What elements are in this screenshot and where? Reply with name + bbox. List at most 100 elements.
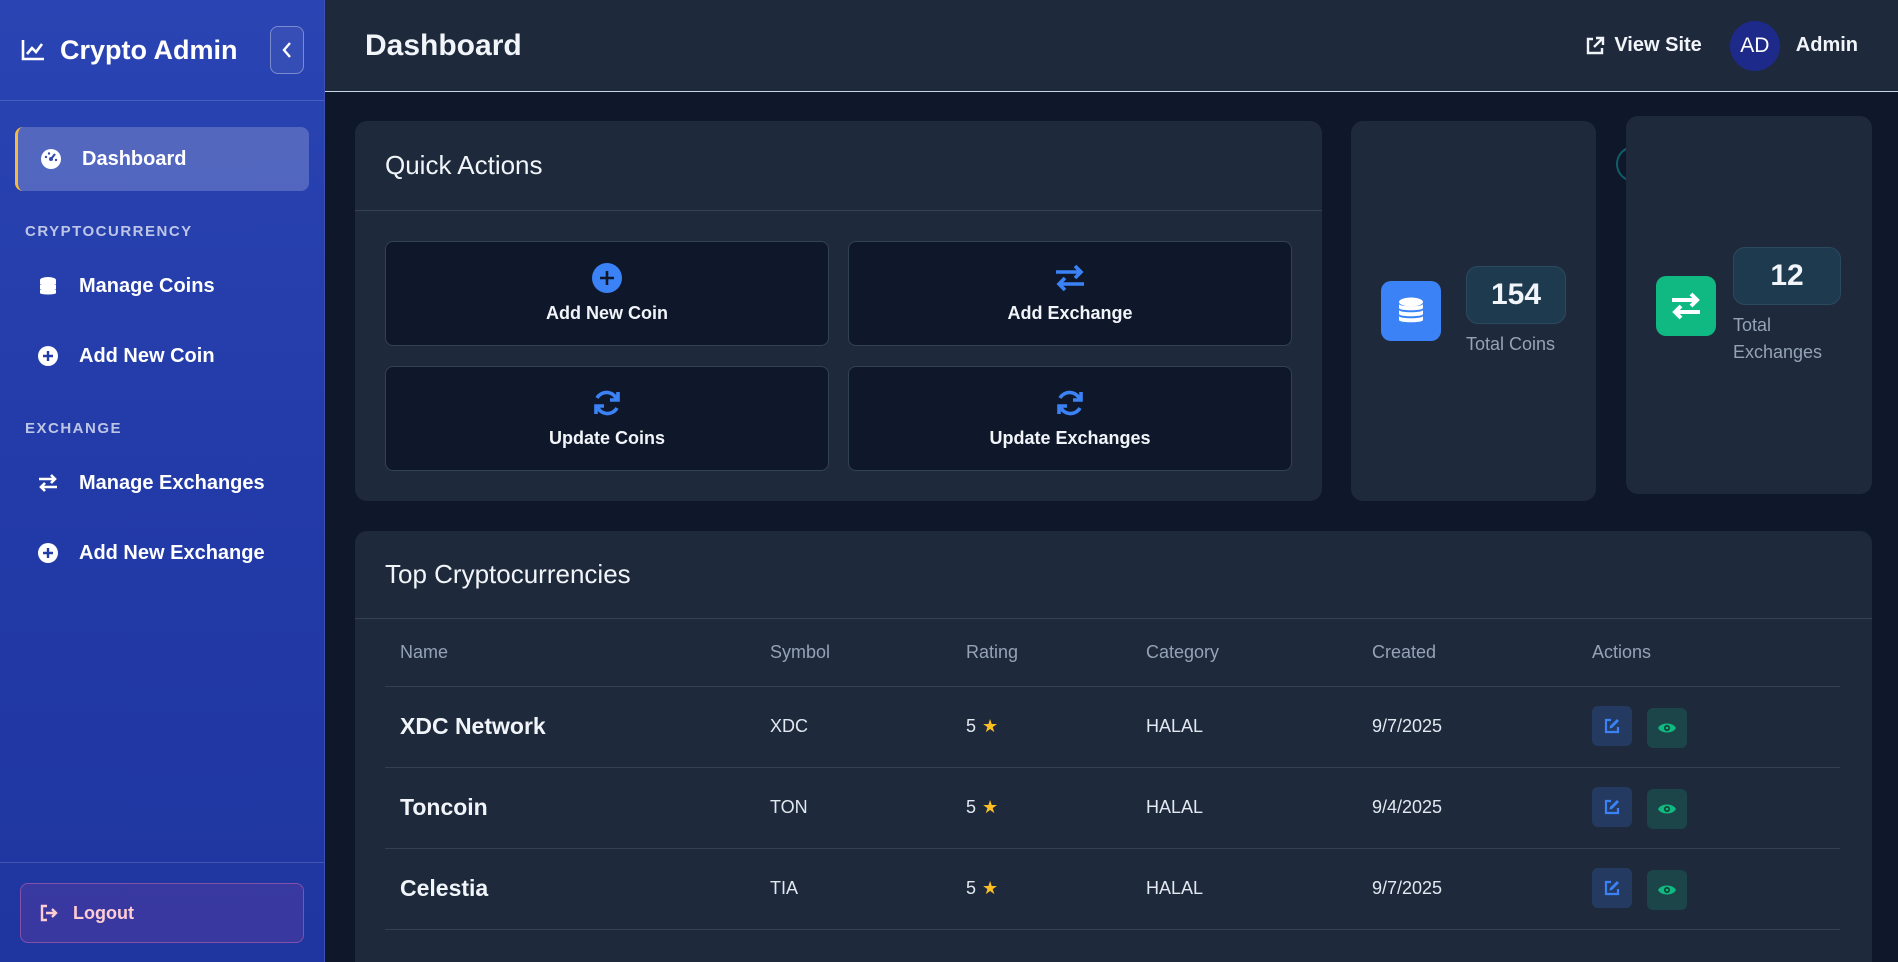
edit-icon <box>1604 718 1620 733</box>
plus-circle-icon <box>37 345 59 367</box>
sidebar: Crypto Admin Dashboard CRYPTOCURRENCY Ma… <box>0 0 325 962</box>
edit-button[interactable] <box>1592 705 1632 746</box>
edit-button[interactable] <box>1592 786 1632 827</box>
coin-rating: 5 ★ <box>951 848 1131 930</box>
avatar[interactable]: AD <box>1729 20 1780 71</box>
add-coin-label: Add New Coin <box>546 303 668 323</box>
star-icon: ★ <box>982 716 999 736</box>
chevron-left-icon <box>282 42 291 58</box>
row-actions <box>1577 686 1840 768</box>
topbar: Dashboard View Site AD Admin <box>325 0 1898 92</box>
table-header-row: Name Symbol Rating Category Created Acti… <box>385 619 1840 687</box>
column-header-category: Category <box>1131 619 1357 687</box>
sidebar-item-dashboard[interactable]: Dashboard <box>15 127 309 191</box>
table-row: Celestia TIA 5 ★ HALAL 9/7/2025 <box>385 848 1840 930</box>
quick-actions-panel: Quick Actions Add New Coin Add Exchange … <box>355 121 1322 501</box>
eye-icon <box>1658 804 1677 813</box>
view-site-link[interactable]: View Site <box>1584 34 1702 57</box>
update-exchanges-label: Update Exchanges <box>989 428 1151 448</box>
plus-circle-icon <box>592 263 622 293</box>
sidebar-item-manage-coins[interactable]: Manage Coins <box>15 254 309 318</box>
coins-icon <box>1381 281 1441 341</box>
total-exchanges-label: Total Exchanges <box>1733 312 1822 366</box>
sidebar-item-label: Manage Coins <box>79 274 215 297</box>
refresh-icon <box>594 390 620 416</box>
view-button[interactable] <box>1647 869 1688 910</box>
top-crypto-table: Name Symbol Rating Category Created Acti… <box>385 619 1840 930</box>
coin-name: Toncoin <box>385 767 755 849</box>
table-row: XDC Network XDC 5 ★ HALAL 9/7/2025 <box>385 686 1840 768</box>
eye-icon <box>1658 885 1677 894</box>
column-header-created: Created <box>1357 619 1577 687</box>
sidebar-item-add-coin[interactable]: Add New Coin <box>15 324 309 388</box>
update-exchanges-button[interactable]: Update Exchanges <box>848 366 1292 471</box>
row-actions <box>1577 848 1840 930</box>
page-title: Dashboard <box>365 28 522 62</box>
sidebar-item-label: Add New Exchange <box>79 541 265 564</box>
sidebar-item-add-exchange[interactable]: Add New Exchange <box>15 521 309 585</box>
star-icon: ★ <box>982 797 999 817</box>
coin-symbol: TON <box>755 767 951 849</box>
table-row: Toncoin TON 5 ★ HALAL 9/4/2025 <box>385 767 1840 849</box>
view-site-label: View Site <box>1614 34 1702 56</box>
dashboard-gauge-icon <box>40 148 62 170</box>
view-button[interactable] <box>1647 707 1688 748</box>
coin-created: 9/7/2025 <box>1357 686 1577 768</box>
coin-category: HALAL <box>1131 767 1357 849</box>
view-button[interactable] <box>1647 788 1688 829</box>
user-name[interactable]: Admin <box>1796 34 1858 57</box>
refresh-icon <box>1057 390 1083 416</box>
exchange-arrows-icon <box>1656 276 1716 336</box>
top-crypto-title: Top Cryptocurrencies <box>385 559 631 589</box>
column-header-symbol: Symbol <box>755 619 951 687</box>
quick-actions-header: Quick Actions <box>355 121 1322 211</box>
coin-created: 9/4/2025 <box>1357 767 1577 849</box>
logout-button[interactable]: Logout <box>20 883 304 943</box>
sidebar-item-label: Add New Coin <box>79 344 215 367</box>
total-coins-label: Total Coins <box>1466 334 1556 354</box>
add-exchange-label: Add Exchange <box>1007 303 1133 323</box>
add-exchange-button[interactable]: Add Exchange <box>848 241 1292 346</box>
sidebar-item-manage-exchanges[interactable]: Manage Exchanges <box>15 451 309 515</box>
update-coins-button[interactable]: Update Coins <box>385 366 829 471</box>
sidebar-item-label: Manage Exchanges <box>79 471 265 494</box>
row-actions <box>1577 767 1840 849</box>
column-header-actions: Actions <box>1577 619 1840 687</box>
nav-section-exchange: EXCHANGE <box>25 420 123 437</box>
quick-actions-title: Quick Actions <box>385 150 543 180</box>
sidebar-footer: Logout <box>0 862 324 962</box>
coins-icon <box>37 275 59 297</box>
top-crypto-header: Top Cryptocurrencies <box>355 531 1872 619</box>
coin-name: XDC Network <box>385 686 755 768</box>
coin-category: HALAL <box>1131 848 1357 930</box>
nav-section-crypto: CRYPTOCURRENCY <box>25 223 193 240</box>
chart-line-icon <box>21 40 44 61</box>
star-icon: ★ <box>982 878 999 898</box>
coin-rating: 5 ★ <box>951 686 1131 768</box>
logout-label: Logout <box>73 902 134 923</box>
exchange-arrows-icon <box>1056 264 1084 292</box>
stat-card-exchanges: 12 Total Exchanges <box>1626 116 1872 494</box>
stat-card-coins: 154 Total Coins <box>1351 121 1596 501</box>
top-crypto-panel: Top Cryptocurrencies Name Symbol Rating … <box>355 531 1872 962</box>
rating-value: 5 <box>966 716 977 736</box>
rating-value: 5 <box>966 797 977 817</box>
column-header-name: Name <box>385 619 755 687</box>
total-exchanges-label-line1: Total <box>1733 315 1772 335</box>
coin-category: HALAL <box>1131 686 1357 768</box>
external-link-icon <box>1587 36 1605 54</box>
plus-circle-icon <box>37 542 59 564</box>
edit-icon <box>1604 880 1620 895</box>
coin-symbol: XDC <box>755 686 951 768</box>
rating-value: 5 <box>966 878 977 898</box>
edit-icon <box>1604 799 1620 814</box>
sidebar-collapse-button[interactable] <box>270 26 304 74</box>
total-exchanges-label-line2: Exchanges <box>1733 342 1823 362</box>
coin-created: 9/7/2025 <box>1357 848 1577 930</box>
coin-symbol: TIA <box>755 848 951 930</box>
add-coin-button[interactable]: Add New Coin <box>385 241 829 346</box>
edit-button[interactable] <box>1592 867 1632 908</box>
coin-name: Celestia <box>385 848 755 930</box>
total-coins-value: 154 <box>1466 266 1566 324</box>
sidebar-item-label: Dashboard <box>82 147 187 170</box>
